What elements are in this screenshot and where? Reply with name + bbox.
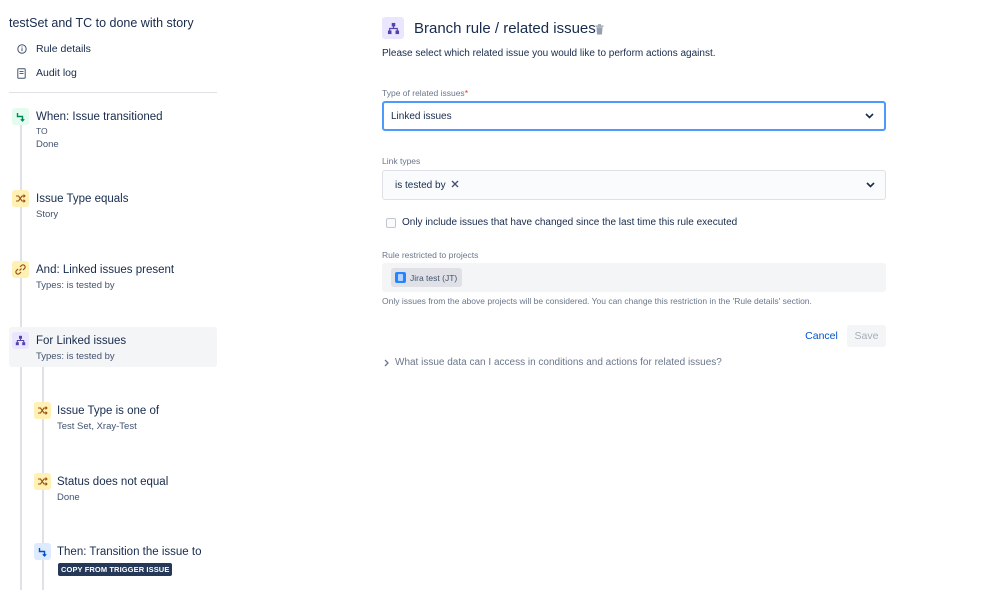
save-button[interactable]: Save xyxy=(847,325,886,347)
help-expander-label: What issue data can I access in conditio… xyxy=(395,357,722,368)
project-chip-label: Jira test (JT) xyxy=(410,272,458,283)
info-icon xyxy=(16,44,27,54)
component-condition-linked-issues[interactable]: And: Linked issues present Types: is tes… xyxy=(9,259,217,295)
link-types-label: Link types xyxy=(382,156,421,166)
component-title: Issue Type equals xyxy=(36,193,129,205)
component-branch-linked-issues[interactable]: For Linked issues Types: is tested by xyxy=(9,327,217,367)
cancel-button[interactable]: Cancel xyxy=(799,325,844,347)
trash-icon[interactable] xyxy=(595,22,604,40)
rule-details-link[interactable]: Rule details xyxy=(16,41,91,57)
condition-shuffle-icon xyxy=(34,473,51,490)
component-title: When: Issue transitioned xyxy=(36,111,163,123)
rule-title: testSet and TC to done with story xyxy=(9,16,194,30)
trigger-icon xyxy=(12,108,29,125)
rule-details-label: Rule details xyxy=(36,43,91,55)
branch-icon xyxy=(382,17,404,39)
component-trigger[interactable]: When: Issue transitioned TO Done xyxy=(9,106,217,156)
projects-label: Rule restricted to projects xyxy=(382,250,479,260)
action-icon xyxy=(34,543,51,560)
component-title: Then: Transition the issue to xyxy=(57,546,202,558)
help-expander[interactable]: What issue data can I access in conditio… xyxy=(384,357,722,368)
component-title: And: Linked issues present xyxy=(36,264,175,276)
chevron-down-icon xyxy=(865,113,874,119)
component-action-transition[interactable]: Then: Transition the issue to COPY FROM … xyxy=(31,541,217,581)
component-condition-issue-type-one-of[interactable]: Issue Type is one of Test Set, Xray-Test xyxy=(31,400,217,436)
project-avatar-icon xyxy=(395,272,406,283)
component-title: Status does not equal xyxy=(57,476,169,488)
projects-field: Jira test (JT) xyxy=(382,263,886,292)
document-icon xyxy=(16,67,27,79)
component-title: Issue Type is one of xyxy=(57,405,160,417)
audit-log-link[interactable]: Audit log xyxy=(16,65,77,81)
project-chip: Jira test (JT) xyxy=(391,268,463,287)
component-condition-issue-type[interactable]: Issue Type equals Story xyxy=(9,188,217,224)
related-type-value: Linked issues xyxy=(391,110,452,122)
link-types-select[interactable]: is tested by xyxy=(382,170,886,200)
sidebar-divider xyxy=(9,92,217,93)
component-title: For Linked issues xyxy=(36,335,127,347)
branch-icon xyxy=(12,332,29,349)
smart-value-tag: COPY FROM TRIGGER ISSUE xyxy=(58,563,173,576)
link-type-tag-label: is tested by xyxy=(395,179,446,191)
component-subtitle: Story xyxy=(36,209,59,220)
component-subtitle: Types: is tested by xyxy=(36,351,115,362)
link-type-tag: is tested by xyxy=(395,180,459,191)
only-changed-checkbox[interactable] xyxy=(386,218,396,228)
component-subtitle: TO xyxy=(36,126,48,136)
component-subtitle: Done xyxy=(36,139,59,150)
page-title: Branch rule / related issues xyxy=(414,20,596,37)
component-condition-status[interactable]: Status does not equal Done xyxy=(31,471,217,507)
projects-restriction-note: Only issues from the above projects will… xyxy=(382,296,812,306)
timeline-line xyxy=(20,365,22,590)
link-icon xyxy=(12,261,29,278)
component-subtitle: Done xyxy=(57,492,80,503)
required-mark: * xyxy=(464,88,468,98)
related-type-select[interactable]: Linked issues xyxy=(382,101,886,131)
related-type-label: Type of related issues* xyxy=(382,88,468,98)
condition-shuffle-icon xyxy=(34,402,51,419)
page-description: Please select which related issue you wo… xyxy=(382,48,716,59)
remove-icon[interactable] xyxy=(451,180,459,188)
chevron-down-icon xyxy=(866,182,875,188)
component-subtitle: Types: is tested by xyxy=(36,280,115,291)
audit-log-label: Audit log xyxy=(36,67,77,79)
component-subtitle: Test Set, Xray-Test xyxy=(57,421,137,432)
chevron-right-icon xyxy=(384,359,389,367)
only-changed-label: Only include issues that have changed si… xyxy=(402,217,738,228)
condition-shuffle-icon xyxy=(12,190,29,207)
